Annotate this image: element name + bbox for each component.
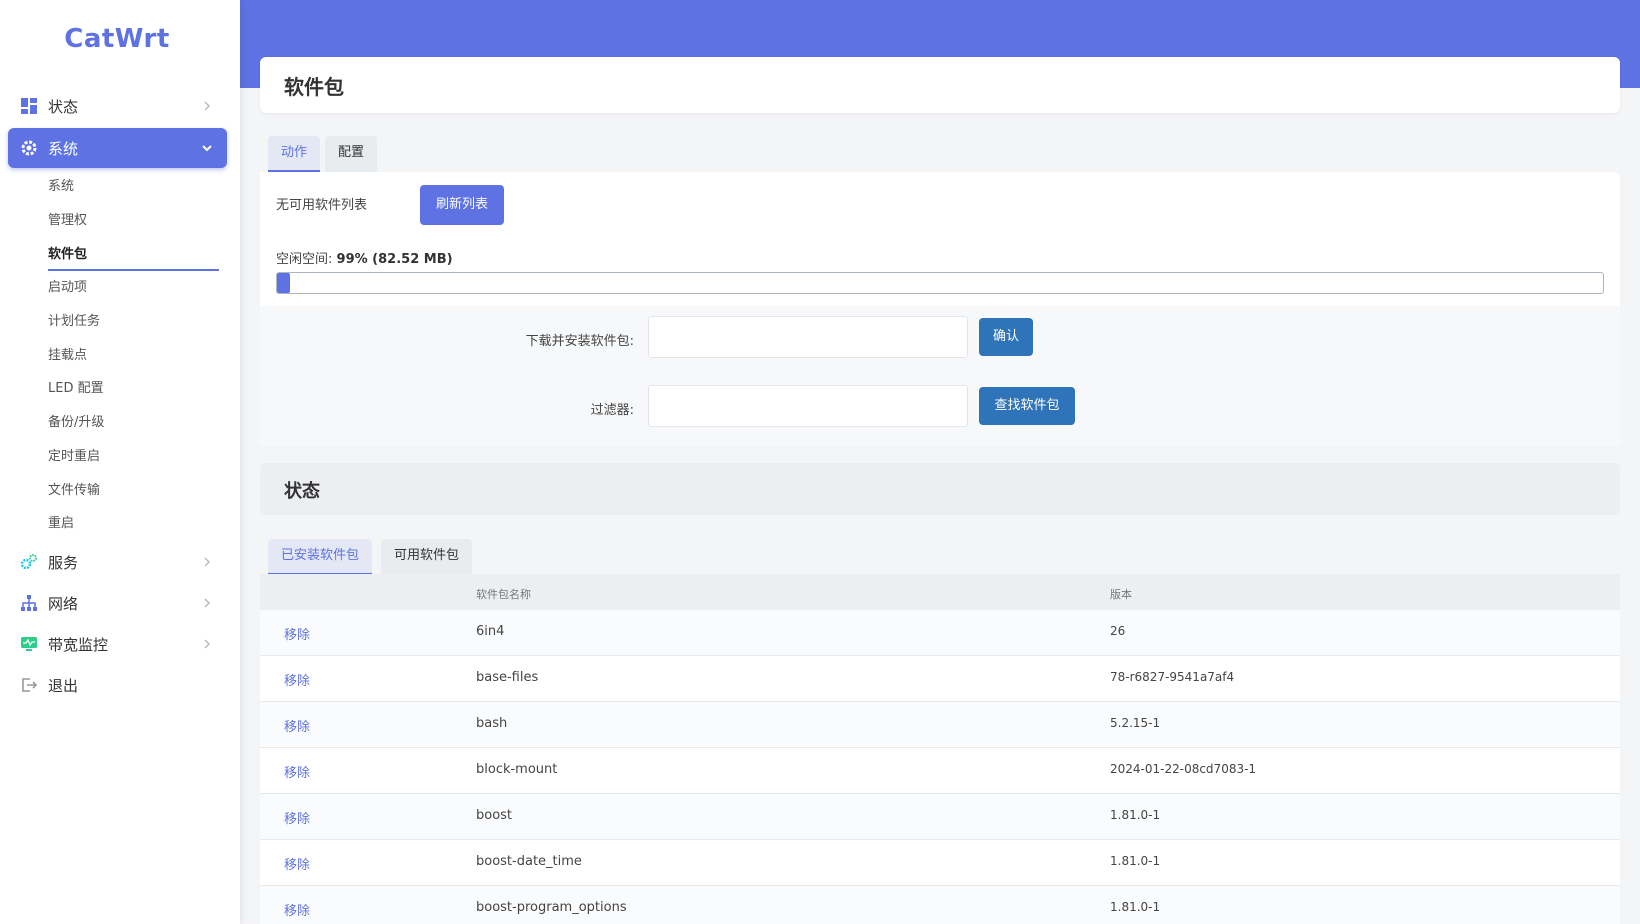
remove-link[interactable]: 移除 xyxy=(284,716,310,735)
package-version: 1.81.0-1 xyxy=(1110,854,1161,868)
tab-actions[interactable]: 动作 xyxy=(268,136,321,172)
free-space-text: 空闲空间: 99% (82.52 MB) xyxy=(276,248,453,267)
sidebar-item-label: 网络 xyxy=(48,594,79,613)
active-underline xyxy=(48,269,219,271)
dashboard-icon xyxy=(20,97,38,115)
sidebar-item-system[interactable]: 系统 xyxy=(8,128,227,168)
status-title: 状态 xyxy=(284,481,320,502)
network-icon xyxy=(20,594,38,612)
package-version: 1.81.0-1 xyxy=(1110,808,1161,822)
sidebar: CatWrt 状态 系统 系统 管理权 软件包 启动项 计划任务 挂载点 LED… xyxy=(0,0,240,924)
chevron-right-icon xyxy=(204,557,211,567)
package-name: boost-program_options xyxy=(476,900,627,915)
sidebar-item-label: 带宽监控 xyxy=(48,635,109,654)
sidebar-item-logout[interactable]: 退出 xyxy=(8,665,227,705)
table-row: 移除 boost-program_options 1.81.0-1 xyxy=(260,886,1620,924)
package-version: 2024-01-22-08cd7083-1 xyxy=(1110,762,1257,776)
sidebar-item-services[interactable]: 服务 xyxy=(8,542,227,582)
monitor-icon xyxy=(20,635,38,653)
find-package-button[interactable]: 查找软件包 xyxy=(979,387,1075,425)
package-version: 1.81.0-1 xyxy=(1110,900,1161,914)
services-icon xyxy=(20,553,38,571)
package-version: 78-r6827-9541a7af4 xyxy=(1110,670,1235,684)
sidebar-item-label: 退出 xyxy=(48,676,79,695)
gear-icon xyxy=(20,139,38,157)
table-header: 软件包名称 版本 xyxy=(260,574,1620,610)
package-version: 5.2.15-1 xyxy=(1110,716,1161,730)
progress-fill xyxy=(277,273,291,293)
tab-config[interactable]: 配置 xyxy=(325,136,378,172)
sidebar-item-bandwidth[interactable]: 带宽监控 xyxy=(8,624,227,664)
table-row: 移除 6in4 26 xyxy=(260,610,1620,656)
package-name: bash xyxy=(476,716,508,731)
package-name: boost xyxy=(476,808,513,823)
page-title: 软件包 xyxy=(284,75,344,99)
sidebar-sub-packages[interactable]: 软件包 xyxy=(48,245,87,265)
sidebar-sub-system[interactable]: 系统 xyxy=(48,177,74,197)
sidebar-sub-filetransfer[interactable]: 文件传输 xyxy=(48,481,100,501)
package-url-input[interactable] xyxy=(648,316,968,358)
sidebar-item-status[interactable]: 状态 xyxy=(8,86,227,126)
remove-link[interactable]: 移除 xyxy=(284,624,310,643)
chevron-right-icon xyxy=(204,101,211,111)
packages-table: 软件包名称 版本 移除 6in4 26 移除 base-files 78-r6827-95… xyxy=(260,574,1620,924)
package-version: 26 xyxy=(1110,624,1126,638)
sidebar-sub-led[interactable]: LED 配置 xyxy=(48,379,104,399)
remove-link[interactable]: 移除 xyxy=(284,900,310,919)
sidebar-item-label: 服务 xyxy=(48,553,79,572)
remove-link[interactable]: 移除 xyxy=(284,854,310,873)
table-row: 移除 boost 1.81.0-1 xyxy=(260,794,1620,840)
page-title-card: 软件包 xyxy=(260,57,1620,113)
chevron-right-icon xyxy=(204,598,211,608)
table-row: 移除 base-files 78-r6827-9541a7af4 xyxy=(260,656,1620,702)
sidebar-sub-reboot[interactable]: 重启 xyxy=(48,514,74,534)
disk-usage-progress xyxy=(276,272,1604,294)
free-space-label: 空闲空间: xyxy=(276,252,333,267)
tab-available-packages[interactable]: 可用软件包 xyxy=(381,539,473,575)
package-name: block-mount xyxy=(476,762,558,777)
sidebar-sub-crontab[interactable]: 计划任务 xyxy=(48,312,100,332)
package-name: boost-date_time xyxy=(476,854,582,869)
filter-label: 过滤器: xyxy=(590,403,634,418)
chevron-down-icon xyxy=(202,145,212,152)
sidebar-sub-backup[interactable]: 备份/升级 xyxy=(48,413,104,433)
package-name: 6in4 xyxy=(476,624,505,639)
table-body: 移除 6in4 26 移除 base-files 78-r6827-9541a7af4 移除… xyxy=(260,610,1620,924)
refresh-list-button[interactable]: 刷新列表 xyxy=(420,185,504,225)
column-header-name: 软件包名称 xyxy=(476,588,531,601)
remove-link[interactable]: 移除 xyxy=(284,762,310,781)
remove-link[interactable]: 移除 xyxy=(284,670,310,689)
filter-input[interactable] xyxy=(648,385,968,427)
confirm-button[interactable]: 确认 xyxy=(979,318,1033,356)
sidebar-sub-startup[interactable]: 启动项 xyxy=(48,278,87,298)
free-space-value: 99% (82.52 MB) xyxy=(336,252,453,267)
status-section-card: 状态 xyxy=(260,463,1620,515)
download-install-label: 下载并安装软件包: xyxy=(525,334,634,349)
tab-installed-packages[interactable]: 已安装软件包 xyxy=(268,539,373,575)
chevron-right-icon xyxy=(204,639,211,649)
sidebar-item-network[interactable]: 网络 xyxy=(8,583,227,623)
sidebar-sub-autoreboot[interactable]: 定时重启 xyxy=(48,447,100,467)
table-row: 移除 block-mount 2024-01-22-08cd7083-1 xyxy=(260,748,1620,794)
sidebar-sub-admin[interactable]: 管理权 xyxy=(48,211,87,231)
app-logo[interactable]: CatWrt xyxy=(0,24,234,54)
sidebar-sub-mounts[interactable]: 挂载点 xyxy=(48,346,87,366)
install-form: 下载并安装软件包: 确认 过滤器: 查找软件包 xyxy=(260,306,1620,446)
sidebar-item-label: 系统 xyxy=(48,139,79,158)
actions-panel: 无可用软件列表 刷新列表 空闲空间: 99% (82.52 MB) 下载并安装软… xyxy=(260,172,1620,446)
table-row: 移除 boost-date_time 1.81.0-1 xyxy=(260,840,1620,886)
package-name: base-files xyxy=(476,670,539,685)
logout-icon xyxy=(20,676,38,694)
sidebar-item-label: 状态 xyxy=(48,97,79,116)
column-header-version: 版本 xyxy=(1110,588,1132,601)
remove-link[interactable]: 移除 xyxy=(284,808,310,827)
no-list-text: 无可用软件列表 xyxy=(276,198,368,213)
table-row: 移除 bash 5.2.15-1 xyxy=(260,702,1620,748)
